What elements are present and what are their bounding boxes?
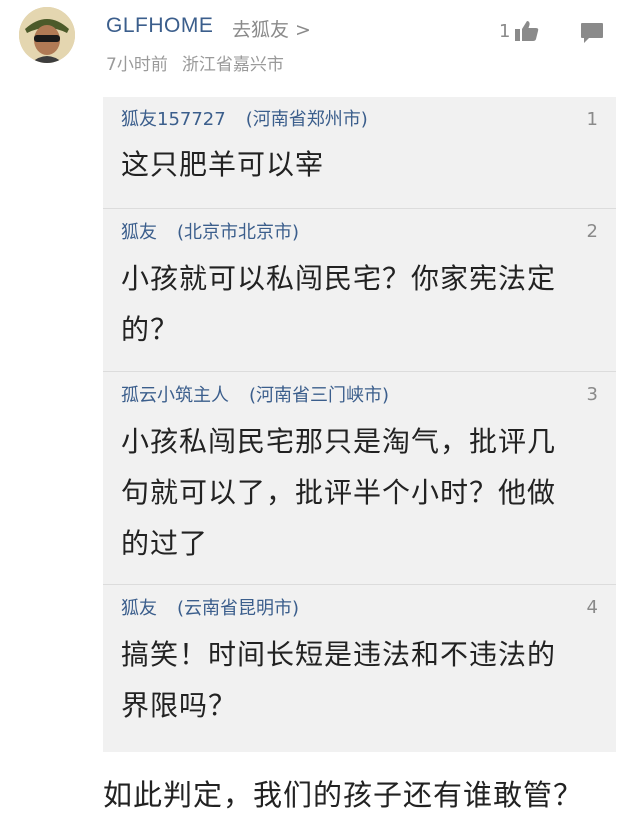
reply-text-line: 这只肥羊可以宰 bbox=[121, 148, 325, 181]
reply-location: (河南省三门峡市) bbox=[249, 385, 390, 406]
chevron-right-icon: > bbox=[295, 19, 311, 41]
reply-text: 这只肥羊可以宰 bbox=[103, 139, 616, 202]
goto-sohu-link[interactable]: 去狐友 > bbox=[232, 15, 311, 42]
reply-location: (北京市北京市) bbox=[177, 222, 300, 243]
reply-header: 狐友 (云南省昆明市) bbox=[103, 585, 616, 629]
post-location: 浙江省嘉兴市 bbox=[181, 55, 284, 75]
reply-item: 狐友 (北京市北京市) 2 小孩就可以私闯民宅？你家宪法定 的？ bbox=[103, 209, 616, 372]
reply-floor-number: 4 bbox=[586, 597, 598, 618]
reply-text-line: 界限吗？ bbox=[121, 689, 238, 722]
comment-header: GLFHOME 去狐友 > 7小时前 浙江省嘉兴市 1 bbox=[0, 0, 640, 90]
comment-meta: 7小时前 浙江省嘉兴市 bbox=[106, 50, 284, 75]
reply-text: 小孩私闯民宅那只是淘气，批评几 句就可以了，批评半个小时？他做 的过了 bbox=[103, 416, 616, 581]
reply-floor-number: 2 bbox=[586, 221, 598, 242]
reply-user[interactable]: 狐友 bbox=[121, 218, 157, 244]
reply-header: 狐友157727 (河南省郑州市) bbox=[103, 97, 616, 139]
reply-text-line: 小孩就可以私闯民宅？你家宪法定 bbox=[121, 262, 557, 295]
reply-user[interactable]: 狐友 bbox=[121, 594, 157, 620]
reply-text-line: 句就可以了，批评半个小时？他做 bbox=[121, 476, 557, 509]
reply-floor-number: 3 bbox=[586, 384, 598, 405]
reply-text-line: 的？ bbox=[121, 313, 180, 346]
goto-link-label: 去狐友 bbox=[232, 19, 290, 41]
thumbs-up-icon bbox=[515, 21, 539, 41]
reply-item: 孤云小筑主人 (河南省三门峡市) 3 小孩私闯民宅那只是淘气，批评几 句就可以了… bbox=[103, 372, 616, 585]
reply-text: 小孩就可以私闯民宅？你家宪法定 的？ bbox=[103, 253, 616, 367]
reply-header: 孤云小筑主人 (河南省三门峡市) bbox=[103, 372, 616, 416]
reply-header: 狐友 (北京市北京市) bbox=[103, 209, 616, 253]
comment-bubble-icon bbox=[581, 23, 603, 43]
like-count: 1 bbox=[499, 20, 511, 42]
reply-text-line: 小孩私闯民宅那只是淘气，批评几 bbox=[121, 425, 557, 458]
reply-location: (云南省昆明市) bbox=[177, 598, 300, 619]
user-name[interactable]: GLFHOME bbox=[106, 14, 213, 38]
reply-item: 狐友 (云南省昆明市) 4 搞笑！时间长短是违法和不违法的 界限吗？ bbox=[103, 585, 616, 751]
like-button[interactable]: 1 bbox=[499, 20, 539, 42]
reply-item: 狐友157727 (河南省郑州市) 1 这只肥羊可以宰 bbox=[103, 97, 616, 209]
reply-location: (河南省郑州市) bbox=[245, 109, 368, 130]
reply-user[interactable]: 孤云小筑主人 bbox=[121, 381, 229, 407]
reply-button[interactable] bbox=[580, 22, 604, 48]
avatar[interactable] bbox=[19, 7, 75, 63]
reply-text-line: 的过了 bbox=[121, 527, 209, 560]
reply-list: 狐友157727 (河南省郑州市) 1 这只肥羊可以宰 狐友 (北京市北京市) … bbox=[103, 97, 616, 752]
reply-text-line: 搞笑！时间长短是违法和不违法的 bbox=[121, 638, 557, 671]
reply-user[interactable]: 狐友157727 bbox=[121, 105, 226, 131]
post-time: 7小时前 bbox=[106, 55, 168, 75]
reply-floor-number: 1 bbox=[586, 109, 598, 130]
reply-text: 搞笑！时间长短是违法和不违法的 界限吗？ bbox=[103, 629, 616, 743]
article-text: 如此判定，我们的孩子还有谁敢管？ bbox=[103, 778, 584, 812]
